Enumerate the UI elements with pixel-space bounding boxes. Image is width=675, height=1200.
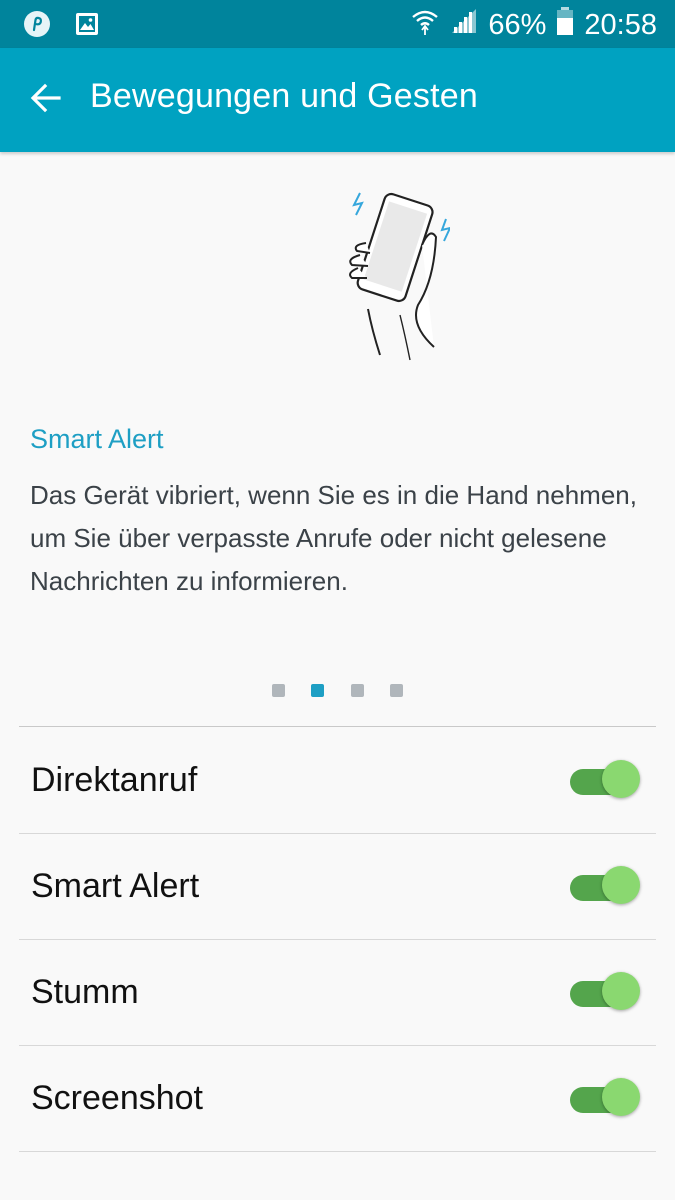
switch-thumb <box>602 1078 640 1116</box>
page-dot-active[interactable] <box>311 684 324 697</box>
setting-label: Smart Alert <box>31 867 200 905</box>
status-bar: 66% 20:58 <box>0 0 675 48</box>
page-title: Bewegungen und Gesten <box>90 77 478 115</box>
signal-icon <box>450 7 478 43</box>
divider <box>19 1151 656 1152</box>
switch-thumb <box>602 866 640 904</box>
battery-percent: 66% <box>488 8 547 41</box>
direktanruf-toggle[interactable] <box>570 760 642 802</box>
setting-label: Screenshot <box>31 1079 203 1117</box>
system-status: 66% 20:58 <box>410 6 657 44</box>
feature-description: Das Gerät vibriert, wenn Sie es in die H… <box>30 480 637 596</box>
page-dot[interactable] <box>390 684 403 697</box>
app-bar: Bewegungen und Gesten <box>0 48 675 152</box>
wifi-icon <box>410 6 440 44</box>
hand-holding-vibrating-phone-icon <box>330 185 452 365</box>
feature-title: Smart Alert <box>30 424 164 454</box>
smart-alert-toggle[interactable] <box>570 866 642 908</box>
page-indicator <box>0 684 675 698</box>
page-dot[interactable] <box>351 684 364 697</box>
notification-icons <box>22 9 100 44</box>
arrow-left-icon <box>29 81 63 120</box>
stumm-toggle[interactable] <box>570 972 642 1014</box>
gallery-notification-icon <box>74 11 100 42</box>
setting-row-direktanruf[interactable]: Direktanruf <box>0 728 675 833</box>
setting-row-smart-alert[interactable]: Smart Alert <box>0 834 675 939</box>
pinterest-notification-icon <box>22 9 52 44</box>
battery-icon <box>556 6 574 44</box>
switch-thumb <box>602 760 640 798</box>
setting-label: Direktanruf <box>31 761 198 799</box>
back-button[interactable] <box>20 74 72 126</box>
switch-thumb <box>602 972 640 1010</box>
screenshot-toggle[interactable] <box>570 1078 642 1120</box>
setting-row-stumm[interactable]: Stumm <box>0 940 675 1045</box>
clock: 20:58 <box>584 8 657 41</box>
divider <box>19 726 656 727</box>
setting-label: Stumm <box>31 973 139 1011</box>
setting-row-screenshot[interactable]: Screenshot <box>0 1046 675 1151</box>
page-dot[interactable] <box>272 684 285 697</box>
